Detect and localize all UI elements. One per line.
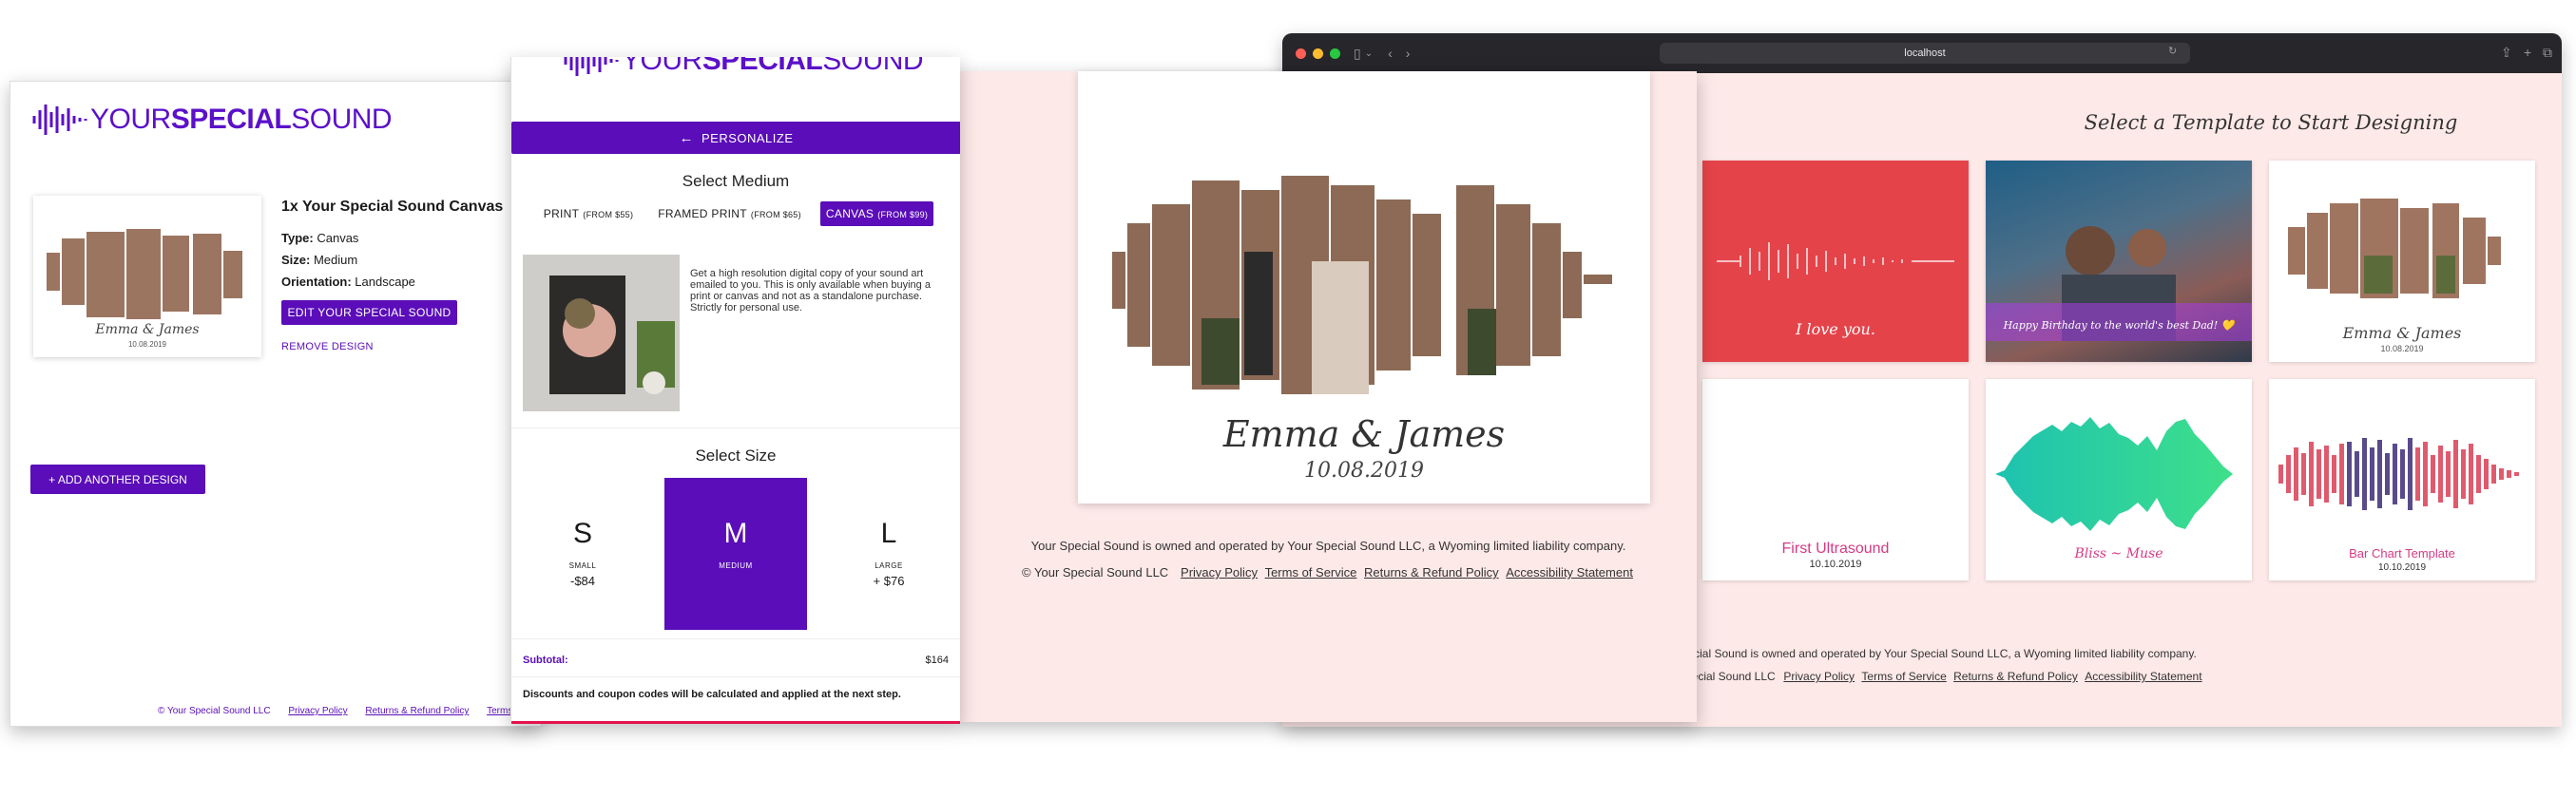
sidebar-icon[interactable]: ▯ xyxy=(1354,46,1361,62)
minimize-window-button[interactable] xyxy=(1313,48,1323,59)
size-option-small[interactable]: S SMALL -$84 xyxy=(511,478,654,630)
type-row: Type: Canvas xyxy=(281,231,359,245)
medium-options: PRINT (FROM $55) FRAMED PRINT (FROM $65) C… xyxy=(511,201,960,226)
divider xyxy=(511,676,960,677)
thumb-name: Emma & James xyxy=(95,322,200,337)
browser-toolbar: ▯ ⌄ ‹ › localhost ↻ ⇪ + ⧉ xyxy=(1282,33,2562,73)
arrow-left-icon: ← xyxy=(679,129,694,146)
share-icon[interactable]: ⇪ xyxy=(2501,45,2512,61)
forward-arrow-icon[interactable]: › xyxy=(1406,46,1411,61)
couple-name: Emma & James xyxy=(1222,413,1506,455)
select-size-title: Select Size xyxy=(695,446,777,465)
footer-links: © Your Special Sound LLC Privacy Policy … xyxy=(960,565,1697,580)
canvas-photo xyxy=(523,255,680,411)
copyright-text: © Your Special Sound LLC xyxy=(158,706,271,716)
new-tab-icon[interactable]: + xyxy=(2524,45,2531,60)
cart-footer: © Your Special Sound LLC Privacy Policy … xyxy=(158,706,512,716)
address-bar[interactable]: localhost xyxy=(1660,43,2190,64)
accessibility-link[interactable]: Accessibility Statement xyxy=(1506,565,1633,580)
copyright-text: © Your Special Sound LLC xyxy=(1022,565,1169,580)
subtotal-label: Subtotal: xyxy=(523,655,568,666)
privacy-policy-link[interactable]: Privacy Policy xyxy=(1783,670,1855,683)
chevron-down-icon[interactable]: ⌄ xyxy=(1365,48,1373,59)
terms-of-service-link[interactable]: Terms of Service xyxy=(1861,670,1946,683)
ownership-notice: Your Special Sound is owned and operated… xyxy=(1030,539,1626,553)
design-thumbnail: Emma & James 10.08.2019 xyxy=(33,196,261,357)
template-date: 10.10.2019 xyxy=(2377,562,2427,573)
refund-policy-link[interactable]: Returns & Refund Policy xyxy=(1953,670,2078,683)
template-label: Bar Chart Template xyxy=(2349,546,2455,560)
medium-preview-image xyxy=(523,255,680,411)
template-label: Bliss ~ Muse xyxy=(2074,546,2163,561)
terms-of-service-link[interactable]: Terms of Service xyxy=(1265,565,1357,580)
template-label: I love you. xyxy=(1796,320,1875,338)
add-another-design-button[interactable]: + ADD ANOTHER DESIGN xyxy=(30,465,205,494)
soundwave-logo-icon xyxy=(32,104,87,135)
subtotal-row: Subtotal: $164 xyxy=(523,655,949,666)
edit-design-button[interactable]: EDIT YOUR SPECIAL SOUND xyxy=(281,300,457,325)
template-card-bar-chart[interactable]: Bar Chart Template 10.10.2019 xyxy=(2269,379,2535,580)
cart-panel: YOURSPECIALSOUND Emma & James 10.08.2019… xyxy=(10,81,542,727)
canvas-preview: Emma & James 10.08.2019 xyxy=(1078,71,1650,504)
template-date: 10.08.2019 xyxy=(2380,344,2424,353)
logo[interactable]: YOURSPECIALSOUND xyxy=(31,103,393,137)
accent-border xyxy=(511,721,960,724)
subtotal-value: $164 xyxy=(925,655,949,666)
terms-link[interactable]: Terms xyxy=(487,706,512,716)
medium-option-print[interactable]: PRINT (FROM $55) xyxy=(538,201,640,226)
template-date: 10.10.2019 xyxy=(1809,559,1862,570)
canvas-preview-page: Emma & James 10.08.2019 Your Special Sou… xyxy=(960,71,1697,722)
privacy-policy-link[interactable]: Privacy Policy xyxy=(288,706,347,716)
accessibility-link[interactable]: Accessibility Statement xyxy=(2085,670,2201,683)
back-arrow-icon[interactable]: ‹ xyxy=(1388,46,1393,61)
personalize-panel: YOURSPECIALSOUND ← PERSONALIZE Select Me… xyxy=(510,57,960,724)
template-label: Happy Birthday to the world's best Dad! … xyxy=(2003,319,2235,332)
size-option-large[interactable]: L LARGE + $76 xyxy=(817,478,960,630)
reload-icon[interactable]: ↻ xyxy=(2168,45,2177,57)
orientation-row: Orientation: Landscape xyxy=(281,275,415,289)
template-card-bliss-muse[interactable]: Bliss ~ Muse xyxy=(1986,379,2252,580)
medium-description: Get a high resolution digital copy of yo… xyxy=(690,268,931,314)
maximize-window-button[interactable] xyxy=(1330,48,1340,59)
template-picker-title: Select a Template to Start Designing xyxy=(2084,111,2458,134)
tabs-overview-icon[interactable]: ⧉ xyxy=(2543,45,2552,61)
cart-item-title: 1x Your Special Sound Canvas xyxy=(281,199,504,215)
logo-text: YOURSPECIALSOUND xyxy=(622,57,924,76)
personalize-button[interactable]: ← PERSONALIZE xyxy=(511,122,960,154)
soundwave-logo-icon xyxy=(564,57,619,76)
logo[interactable]: YOURSPECIALSOUND xyxy=(563,57,924,78)
wedding-date: 10.08.2019 xyxy=(1304,459,1424,483)
medium-option-canvas[interactable]: CANVAS (FROM $99) xyxy=(819,201,934,226)
thumb-date: 10.08.2019 xyxy=(127,340,167,349)
remove-design-link[interactable]: REMOVE DESIGN xyxy=(281,341,374,352)
refund-policy-link[interactable]: Returns & Refund Policy xyxy=(365,706,469,716)
size-option-medium[interactable]: M MEDIUM xyxy=(664,478,807,630)
discount-note: Discounts and coupon codes will be calcu… xyxy=(523,689,901,700)
template-card-birthday[interactable]: Happy Birthday to the world's best Dad! … xyxy=(1986,161,2252,362)
divider xyxy=(511,638,960,639)
template-label: First Ultrasound xyxy=(1781,541,1890,557)
template-card-i-love-you[interactable]: I love you. xyxy=(1702,161,1969,362)
refund-policy-link[interactable]: Returns & Refund Policy xyxy=(1364,565,1499,580)
template-label: Emma & James xyxy=(2342,324,2462,342)
medium-option-framed-print[interactable]: FRAMED PRINT (FROM $65) xyxy=(652,201,807,226)
close-window-button[interactable] xyxy=(1296,48,1306,59)
privacy-policy-link[interactable]: Privacy Policy xyxy=(1181,565,1258,580)
photo-graphic xyxy=(1986,226,2252,341)
select-medium-title: Select Medium xyxy=(682,172,790,190)
template-card-emma-james[interactable]: Emma & James 10.08.2019 xyxy=(2269,161,2535,362)
template-card-first-ultrasound[interactable]: First Ultrasound 10.10.2019 xyxy=(1702,379,1969,580)
size-row: Size: Medium xyxy=(281,253,358,267)
url-text: localhost xyxy=(1904,48,1946,59)
logo-text: YOURSPECIALSOUND xyxy=(90,104,393,135)
